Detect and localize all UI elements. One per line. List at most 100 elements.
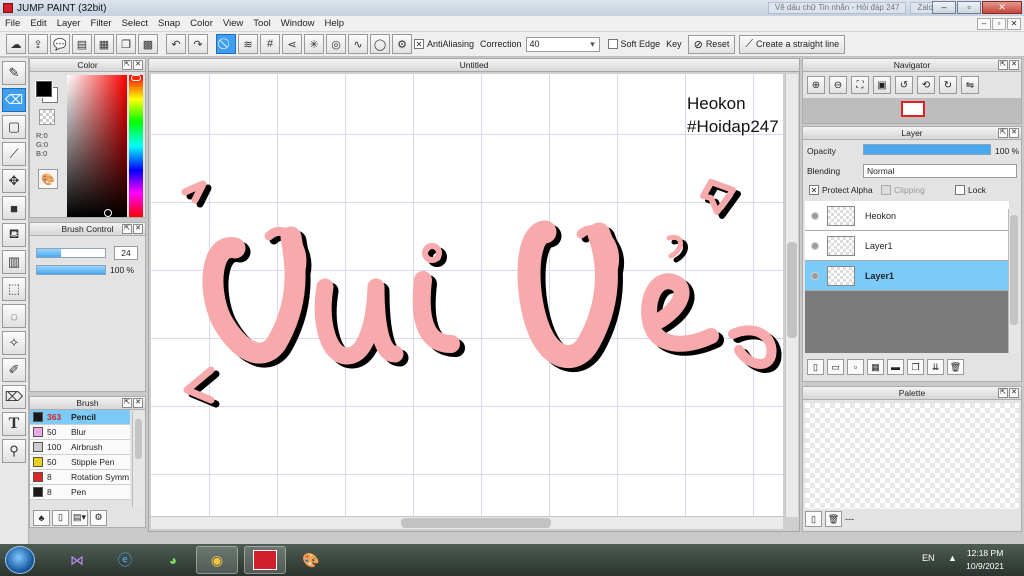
move-tool-icon[interactable]: ✥ [2,169,26,193]
brush-size-slider[interactable] [36,248,106,258]
soft-edge-toggle[interactable]: Soft Edge [607,39,660,49]
select-pen-tool-icon[interactable]: ✐ [2,358,26,382]
rotate-left-icon[interactable]: ↺ [895,76,913,94]
soft-edge-checkbox[interactable] [607,39,618,49]
delete-palette-icon[interactable]: 🗑 [825,511,842,527]
layer-row[interactable]: Layer1 [805,231,1009,261]
menu-edit[interactable]: Edit [25,18,51,29]
grid-snap-icon[interactable]: # [260,34,280,54]
minimize-button[interactable]: – [932,1,956,14]
redo-icon[interactable]: ↷ [188,34,208,54]
delete-layer-icon[interactable]: 🗑 [947,359,964,375]
cloud-icon[interactable]: ☁ [6,34,26,54]
menu-view[interactable]: View [218,18,248,29]
system-clock[interactable]: 12:18 PM 10/9/2021 [966,547,1004,573]
page-icon[interactable]: ▦ [94,34,114,54]
panel-popout-icon[interactable]: ⇱ [998,388,1008,398]
jump-paint-taskbar-icon[interactable] [244,546,286,574]
antialiasing-checkbox[interactable]: ✕ [414,39,424,49]
actual-size-icon[interactable]: ▣ [873,76,891,94]
canvas-vertical-scrollbar[interactable] [785,74,798,517]
panel-close-icon[interactable]: ✕ [1009,388,1019,398]
panel-close-icon[interactable]: ✕ [133,398,143,408]
concentric-circles-icon[interactable]: ◎ [326,34,346,54]
menu-filter[interactable]: Filter [85,18,116,29]
rotate-right-icon[interactable]: ↻ [939,76,957,94]
panel-popout-icon[interactable]: ⇱ [122,224,132,234]
menu-select[interactable]: Select [117,18,153,29]
create-straight-line-button[interactable]: ⟋ Create a straight line [739,34,846,54]
new-layer-1bit-icon[interactable]: ▫ [847,359,864,375]
navigator-preview[interactable] [803,98,1021,123]
new-layer-8bit-icon[interactable]: ▭ [827,359,844,375]
layer-opacity-slider[interactable] [863,144,991,155]
eraser-tool-icon[interactable]: ⌫ [2,88,26,112]
snap-off-icon[interactable]: ⃠ [216,34,236,54]
clipping-checkbox[interactable] [881,185,891,195]
hue-handle[interactable] [131,75,141,81]
brush-item[interactable]: 8 Rotation Symm [30,470,130,485]
tray-chevron-icon[interactable]: ▲ [948,553,957,563]
panel-popout-icon[interactable]: ⇱ [998,128,1008,138]
brush-item[interactable]: 50 Blur [30,425,130,440]
new-brush-icon[interactable]: ▯ [52,509,69,526]
new-layer-icon[interactable]: ▯ [807,359,824,375]
brush-settings-icon[interactable]: ⚙ [90,509,107,526]
copy-icon[interactable]: ❐ [116,34,136,54]
pen-tool-icon[interactable]: ✎ [2,61,26,85]
chrome-icon[interactable]: ◉ [196,546,238,574]
brush-item[interactable]: 50 Stipple Pen [30,455,130,470]
visibility-eye-icon[interactable] [811,241,819,250]
doc-restore-button[interactable]: ▫ [992,17,1006,30]
ellipse-icon[interactable]: ◯ [370,34,390,54]
horizontal-scroll-thumb[interactable] [401,518,551,528]
menu-snap[interactable]: Snap [153,18,185,29]
comment-icon[interactable]: ▤ [72,34,92,54]
line-tool-icon[interactable]: ⟋ [2,142,26,166]
clipping-toggle[interactable]: Clipping [881,185,925,195]
paint-palette-icon[interactable]: 🎨 [290,546,332,574]
panel-close-icon[interactable]: ✕ [1009,128,1019,138]
select-rect-tool-icon[interactable]: ⬚ [2,277,26,301]
parallel-lines-icon[interactable]: ≋ [238,34,258,54]
vertical-scroll-thumb[interactable] [787,242,797,338]
bucket-tool-icon[interactable]: ⛾ [2,223,26,247]
navigator-viewport[interactable] [901,101,925,117]
menu-window[interactable]: Window [276,18,320,29]
palette-swatch-grid[interactable] [805,403,1019,509]
visual-studio-icon[interactable]: ⋈ [56,546,98,574]
duplicate-layer-icon[interactable]: ❐ [907,359,924,375]
brush-list-scroll-thumb[interactable] [135,419,142,459]
snap-settings-gear-icon[interactable]: ⚙ [392,34,412,54]
brush-list-scrollbar[interactable] [132,411,144,507]
transparent-color-swatch[interactable] [39,109,55,125]
new-palette-icon[interactable]: ▯ [805,511,822,527]
panel-close-icon[interactable]: ✕ [1009,60,1019,70]
brush-size-value[interactable]: 24 [114,246,138,260]
gradient-tool-icon[interactable]: ▥ [2,250,26,274]
panel-close-icon[interactable]: ✕ [133,60,143,70]
blending-select[interactable]: Normal [863,164,1017,178]
antialiasing-toggle[interactable]: ✕ AntiAliasing [414,39,474,49]
menu-color[interactable]: Color [185,18,218,29]
zoom-out-icon[interactable]: ⊖ [829,76,847,94]
fill-rect-tool-icon[interactable]: ■ [2,196,26,220]
brush-item[interactable]: 8 Pen [30,485,130,500]
magic-wand-tool-icon[interactable]: ✧ [2,331,26,355]
doc-minimize-button[interactable]: – [977,17,991,30]
speech-bubble-icon[interactable]: 💬 [50,34,70,54]
menu-layer[interactable]: Layer [52,18,86,29]
menu-tool[interactable]: Tool [248,18,275,29]
lock-checkbox[interactable] [955,185,965,195]
curve-icon[interactable]: ∿ [348,34,368,54]
coc-coc-browser-icon[interactable]: ◕ [152,546,194,574]
protect-alpha-toggle[interactable]: ✕ Protect Alpha [809,185,873,195]
text-tool-icon[interactable]: T [2,412,26,436]
radial-lines-icon[interactable]: ✳ [304,34,324,54]
select-eraser-tool-icon[interactable]: ⌦ [2,385,26,409]
vanishing-point-icon[interactable]: ⋖ [282,34,302,54]
maximize-button[interactable]: ▫ [957,1,981,14]
panel-popout-icon[interactable]: ⇱ [122,60,132,70]
start-button[interactable] [5,546,35,574]
correction-select[interactable]: 40 ▾ [525,36,600,52]
